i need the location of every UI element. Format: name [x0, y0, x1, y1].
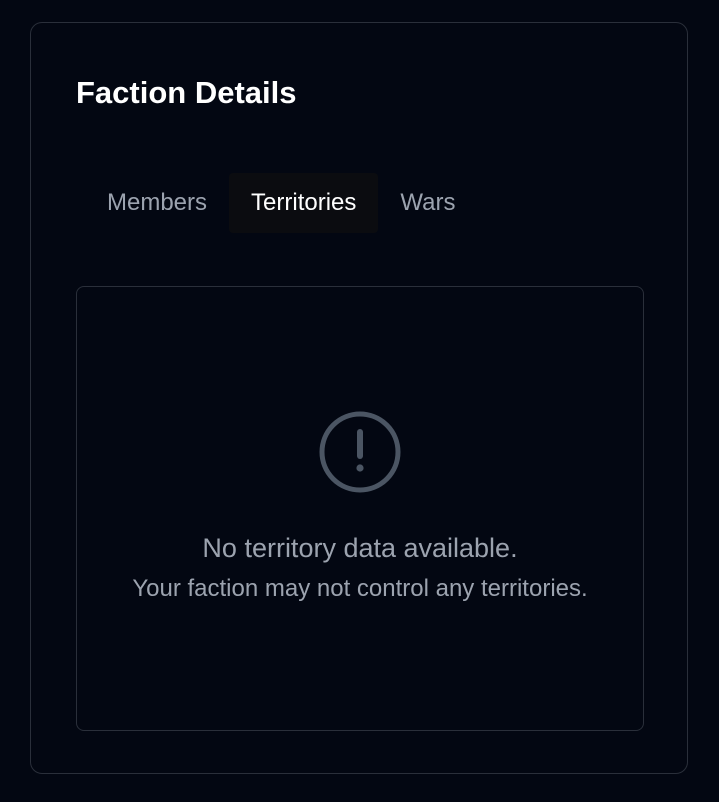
territories-panel: No territory data available. Your factio…: [76, 286, 644, 731]
empty-state-title: No territory data available.: [202, 533, 518, 563]
tab-members[interactable]: Members: [85, 173, 229, 233]
tab-territories[interactable]: Territories: [229, 173, 379, 233]
empty-state-subtitle: Your faction may not control any territo…: [132, 575, 588, 602]
alert-circle-icon: [319, 411, 401, 493]
tab-wars[interactable]: Wars: [378, 173, 477, 233]
card-title: Faction Details: [76, 75, 297, 110]
faction-details-card: Faction Details Members Territories Wars…: [30, 22, 688, 774]
tab-bar: Members Territories Wars: [85, 173, 478, 233]
